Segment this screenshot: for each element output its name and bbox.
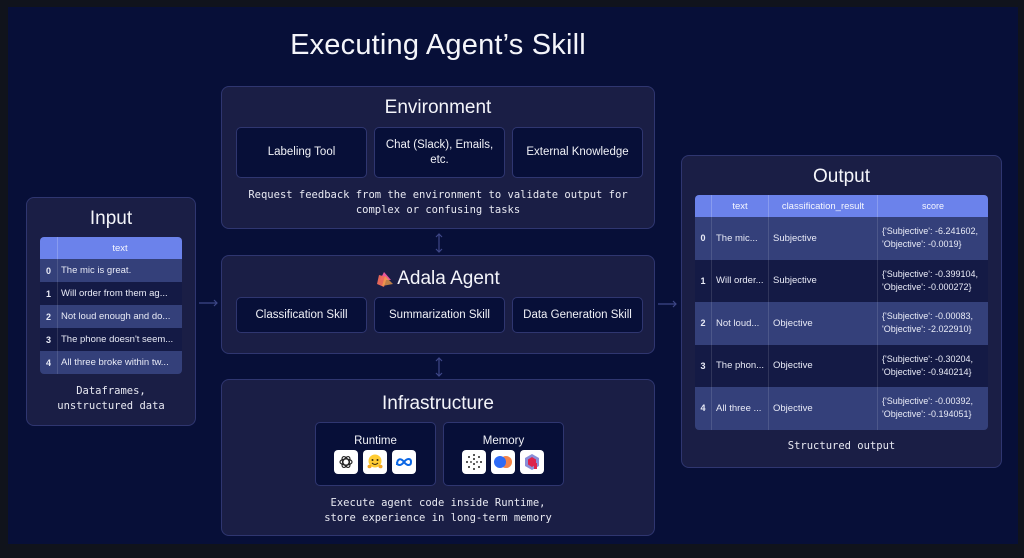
row-score: {'Subjective': -6.241602, 'Objective': -0… — [878, 217, 988, 260]
row-index: 4 — [695, 387, 712, 430]
environment-caption-line2: complex or confusing tasks — [355, 204, 521, 216]
qdrant-icon — [520, 450, 544, 474]
row-text: The phon... — [712, 344, 769, 387]
score-line2: 'Objective': -0.0019} — [882, 239, 962, 250]
row-text: Will order from them ag... — [61, 288, 168, 299]
row-text: All three broke within tw... — [61, 357, 169, 368]
right-arrow-icon — [658, 300, 677, 308]
row-text: The mic... — [712, 217, 769, 260]
score-line2: 'Objective': -0.940214} — [882, 366, 972, 377]
output-caption: Structured output — [787, 440, 896, 452]
score-line1: {'Subjective': -0.00392, — [882, 396, 973, 407]
row-score: {'Subjective': -0.30204, 'Objective': -0.… — [878, 345, 988, 388]
table-row: 2 Not loud enough and do... — [40, 305, 182, 328]
toggle-circles-icon — [491, 450, 515, 474]
skill-classification: Classification Skill — [236, 297, 367, 333]
row-index: 0 — [40, 259, 58, 282]
row-classification: Objective — [769, 344, 878, 387]
output-header-text: text — [712, 195, 769, 217]
table-row: 3 The phon... Objective {'Subjective': -… — [695, 344, 988, 388]
agent-title: Adala Agent — [222, 268, 654, 290]
environment-item-external-knowledge: External Knowledge — [512, 127, 643, 178]
skill-data-generation: Data Generation Skill — [512, 297, 643, 333]
infrastructure-caption-line1: Execute agent code inside Runtime, — [330, 497, 546, 509]
row-index: 2 — [695, 302, 712, 345]
score-line1: {'Subjective': -0.30204, — [882, 353, 973, 364]
output-table: text classification_result score 0 The m… — [695, 195, 988, 430]
row-classification: Objective — [769, 302, 878, 345]
row-text: Not loud... — [712, 302, 769, 345]
row-index: 2 — [40, 305, 58, 328]
table-row: 4 All three ... Objective {'Subjective':… — [695, 387, 988, 430]
infrastructure-panel: Infrastructure Runtime Memory Execute ag… — [221, 379, 655, 536]
input-table-header: text — [40, 237, 182, 259]
table-row: 0 The mic... Subjective {'Subjective': -… — [695, 217, 988, 260]
row-text: The mic is great. — [61, 265, 132, 276]
score-line2: 'Objective': -0.000272} — [882, 281, 972, 292]
row-index: 1 — [40, 282, 58, 305]
score-line2: 'Objective': -2.022910} — [882, 324, 972, 335]
row-text: The phone doesn't seem... — [61, 334, 174, 345]
diagram-title: Executing Agent’s Skill — [290, 29, 586, 61]
input-title: Input — [89, 208, 133, 229]
runtime-label: Runtime — [354, 435, 397, 447]
score-line1: {'Subjective': -0.399104, — [882, 268, 979, 279]
output-title: Output — [812, 166, 871, 187]
table-row: 1 Will order... Subjective {'Subjective'… — [695, 259, 988, 303]
row-score: {'Subjective': -0.00083, 'Objective': -2.… — [878, 302, 988, 345]
table-row: 0 The mic is great. — [40, 259, 182, 282]
row-index: 3 — [40, 328, 58, 351]
input-caption-line2: unstructured data — [57, 400, 165, 412]
row-index: 4 — [40, 351, 58, 374]
output-header-classification: classification_result — [769, 195, 878, 217]
input-table: text 0 The mic is great. 1 Will order fr… — [40, 237, 182, 374]
row-score: {'Subjective': -0.399104, 'Objective': -0… — [878, 260, 988, 303]
output-header-index — [695, 195, 712, 217]
row-index: 0 — [695, 217, 712, 260]
row-index: 3 — [695, 344, 712, 387]
openai-icon — [334, 450, 358, 474]
table-row: 1 Will order from them ag... — [40, 282, 182, 305]
table-row: 2 Not loud... Objective {'Subjective': -… — [695, 302, 988, 345]
environment-item-labeling-tool: Labeling Tool — [236, 127, 367, 178]
environment-caption-line1: Request feedback from the environment to… — [248, 189, 628, 201]
table-row: 4 All three broke within tw... — [40, 351, 182, 374]
environment-item-chat: Chat (Slack), Emails, etc. — [374, 127, 505, 178]
environment-title: Environment — [384, 97, 492, 118]
bidirectional-arrow-icon — [435, 233, 443, 253]
row-classification: Subjective — [769, 259, 878, 302]
openai-dots-icon — [462, 450, 486, 474]
row-text: Not loud enough and do... — [61, 311, 171, 322]
agent-panel: Adala Agent Classification Skill Summari… — [221, 255, 655, 354]
input-caption-line1: Dataframes, — [76, 385, 146, 397]
table-row: 3 The phone doesn't seem... — [40, 328, 182, 351]
input-header-index — [40, 237, 58, 259]
output-header-score: score — [921, 200, 944, 211]
skill-summarization: Summarization Skill — [374, 297, 505, 333]
infrastructure-caption-line2: store experience in long-term memory — [324, 512, 552, 524]
row-score: {'Subjective': -0.00392, 'Objective': -0.… — [878, 387, 988, 430]
row-text: All three ... — [712, 387, 769, 430]
score-line1: {'Subjective': -0.00083, — [882, 311, 973, 322]
row-classification: Subjective — [769, 217, 878, 260]
memory-label: Memory — [482, 435, 525, 447]
input-header-text: text — [112, 242, 128, 254]
huggingface-icon — [363, 450, 387, 474]
score-line2: 'Objective': -0.194051} — [882, 409, 972, 420]
row-text: Will order... — [712, 259, 769, 302]
infrastructure-title: Infrastructure — [382, 393, 494, 414]
meta-icon — [392, 450, 416, 474]
row-classification: Objective — [769, 387, 878, 430]
environment-panel: Environment Labeling Tool Chat (Slack), … — [221, 86, 655, 229]
agent-title-text: Adala Agent — [397, 268, 500, 289]
adala-logo-icon — [377, 271, 394, 287]
bidirectional-arrow-icon — [435, 357, 443, 377]
right-arrow-icon — [199, 299, 218, 307]
row-index: 1 — [695, 259, 712, 302]
score-line1: {'Subjective': -6.241602, — [882, 226, 979, 237]
output-table-header: text classification_result score — [695, 195, 988, 217]
